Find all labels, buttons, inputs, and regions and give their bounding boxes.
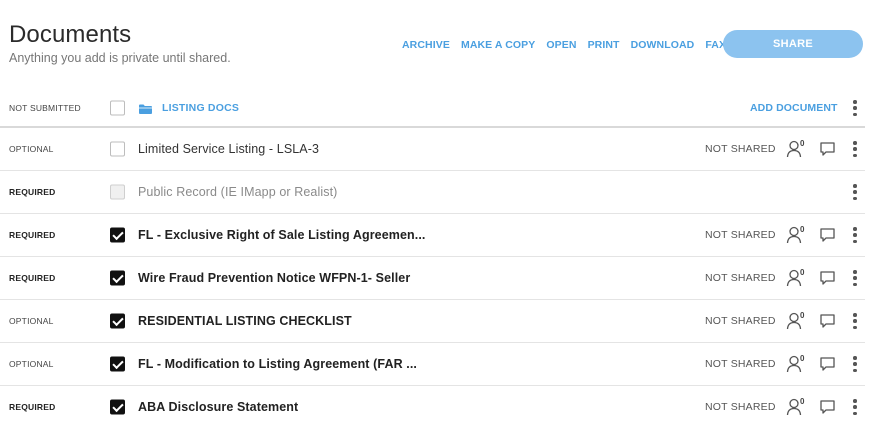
document-name[interactable]: FL - Exclusive Right of Sale Listing Agr… — [138, 214, 426, 256]
download-link[interactable]: DOWNLOAD — [631, 39, 695, 51]
documents-table: NOT SUBMITTED LISTING DOCS ADD DOCUMENT … — [0, 90, 865, 422]
more-menu-icon[interactable] — [851, 270, 859, 286]
more-menu-icon[interactable] — [851, 141, 859, 157]
comment-icon[interactable] — [820, 400, 835, 415]
select-all-checkbox[interactable] — [110, 100, 125, 116]
document-status: REQUIRED — [9, 187, 56, 197]
more-menu-icon[interactable] — [851, 184, 859, 200]
document-row[interactable]: REQUIRED Wire Fraud Prevention Notice WF… — [0, 257, 865, 300]
document-row[interactable]: OPTIONAL RESIDENTIAL LISTING CHECKLIST N… — [0, 300, 865, 343]
folder-icon — [139, 104, 152, 114]
document-status: REQUIRED — [9, 402, 56, 412]
document-row[interactable]: REQUIRED FL - Exclusive Right of Sale Li… — [0, 214, 865, 257]
comment-icon[interactable] — [820, 142, 835, 157]
document-checkbox[interactable] — [110, 227, 125, 243]
share-status: NOT SHARED — [705, 315, 776, 327]
share-status: NOT SHARED — [705, 272, 776, 284]
add-document-link[interactable]: ADD DOCUMENT — [750, 90, 838, 126]
print-link[interactable]: PRINT — [588, 39, 620, 51]
page-title: Documents — [9, 21, 132, 48]
document-name[interactable]: RESIDENTIAL LISTING CHECKLIST — [138, 300, 352, 342]
folder-header-row: NOT SUBMITTED LISTING DOCS ADD DOCUMENT — [0, 90, 865, 128]
more-menu-icon[interactable] — [851, 227, 859, 243]
document-checkbox[interactable] — [110, 141, 125, 157]
document-row[interactable]: REQUIRED Public Record (IE IMapp or Real… — [0, 171, 865, 214]
share-status: NOT SHARED — [705, 358, 776, 370]
more-menu-icon[interactable] — [851, 399, 859, 415]
document-name[interactable]: Limited Service Listing - LSLA-3 — [138, 128, 319, 170]
document-status: OPTIONAL — [9, 144, 54, 154]
comment-icon[interactable] — [820, 314, 835, 329]
documents-header: Documents Anything you add is private un… — [0, 0, 888, 90]
archive-link[interactable]: ARCHIVE — [402, 39, 450, 51]
document-checkbox[interactable] — [110, 184, 125, 200]
shared-users-count: 0 — [800, 139, 805, 148]
shared-users-count: 0 — [800, 397, 805, 406]
document-status: OPTIONAL — [9, 316, 54, 326]
comment-icon[interactable] — [820, 357, 835, 372]
share-status: NOT SHARED — [705, 401, 776, 413]
document-status: REQUIRED — [9, 230, 56, 240]
folder-status: NOT SUBMITTED — [9, 103, 81, 113]
share-status: NOT SHARED — [705, 143, 776, 155]
document-name[interactable]: FL - Modification to Listing Agreement (… — [138, 343, 417, 385]
document-name[interactable]: Wire Fraud Prevention Notice WFPN-1- Sel… — [138, 257, 410, 299]
document-checkbox[interactable] — [110, 399, 125, 415]
share-button[interactable]: SHARE — [723, 30, 863, 58]
shared-users-count: 0 — [800, 354, 805, 363]
shared-users-count: 0 — [800, 225, 805, 234]
comment-icon[interactable] — [820, 228, 835, 243]
more-menu-icon[interactable] — [851, 313, 859, 329]
page-subtitle: Anything you add is private until shared… — [9, 51, 231, 65]
document-name[interactable]: Public Record (IE IMapp or Realist) — [138, 171, 337, 213]
document-status: REQUIRED — [9, 273, 56, 283]
make-a-copy-link[interactable]: MAKE A COPY — [461, 39, 535, 51]
share-status: NOT SHARED — [705, 229, 776, 241]
document-name[interactable]: ABA Disclosure Statement — [138, 386, 298, 422]
document-checkbox[interactable] — [110, 356, 125, 372]
folder-more-menu-icon[interactable] — [851, 100, 859, 116]
action-toolbar: ARCHIVE MAKE A COPY OPEN PRINT DOWNLOAD … — [402, 39, 737, 51]
document-checkbox[interactable] — [110, 313, 125, 329]
document-row[interactable]: OPTIONAL FL - Modification to Listing Ag… — [0, 343, 865, 386]
more-menu-icon[interactable] — [851, 356, 859, 372]
shared-users-count: 0 — [800, 311, 805, 320]
open-link[interactable]: OPEN — [546, 39, 576, 51]
shared-users-count: 0 — [800, 268, 805, 277]
document-row[interactable]: OPTIONAL Limited Service Listing - LSLA-… — [0, 128, 865, 171]
comment-icon[interactable] — [820, 271, 835, 286]
document-status: OPTIONAL — [9, 359, 54, 369]
document-checkbox[interactable] — [110, 270, 125, 286]
folder-name[interactable]: LISTING DOCS — [162, 90, 239, 126]
document-row[interactable]: REQUIRED ABA Disclosure Statement NOT SH… — [0, 386, 865, 422]
